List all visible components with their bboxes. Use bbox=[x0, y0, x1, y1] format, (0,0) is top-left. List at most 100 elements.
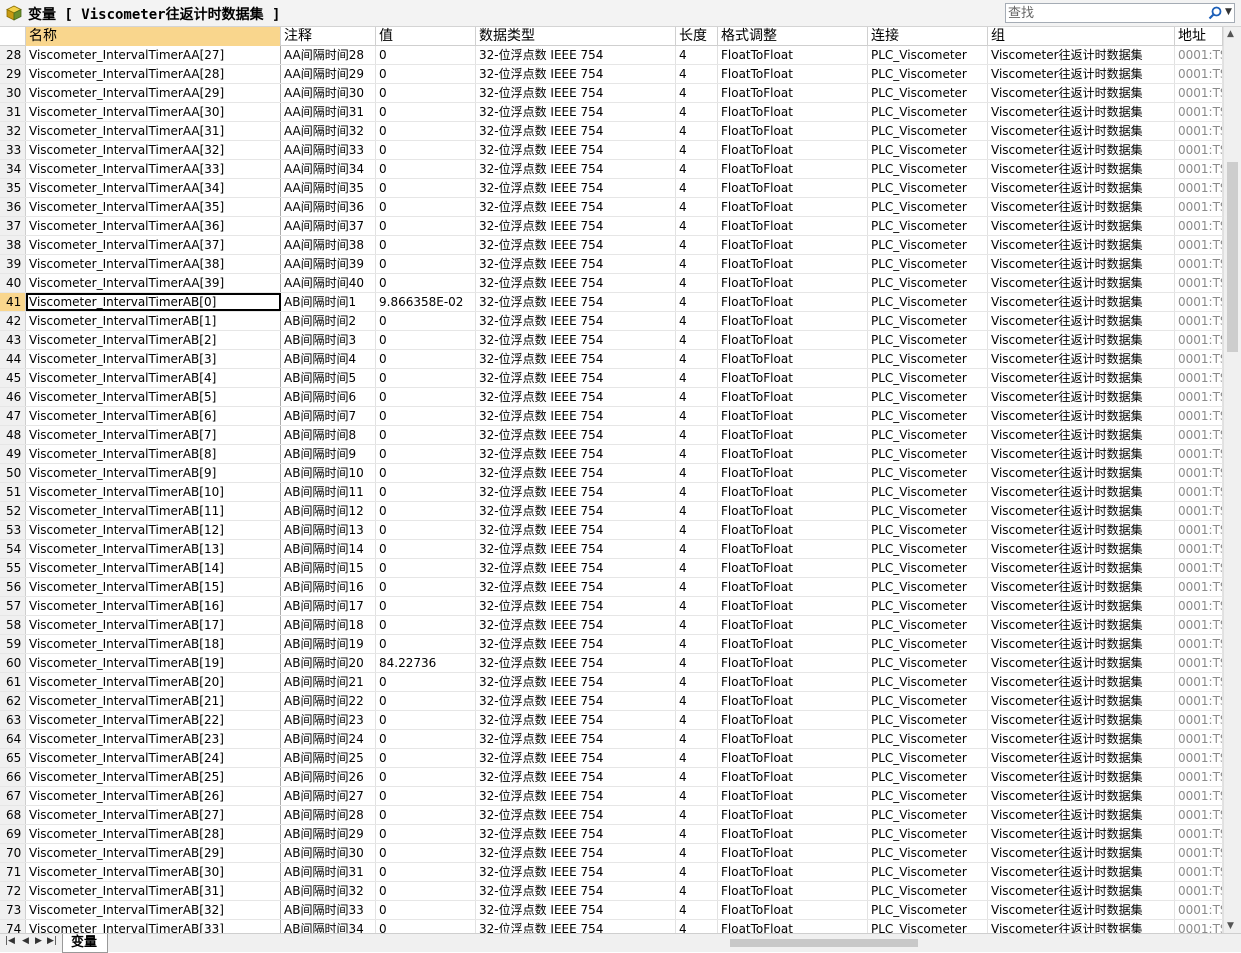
datatype-cell[interactable]: 32-位浮点数 IEEE 754 bbox=[476, 844, 676, 862]
variable-name-cell[interactable]: Viscometer_IntervalTimerAB[29] bbox=[26, 844, 281, 862]
comment-cell[interactable]: AB间隔时间23 bbox=[281, 711, 376, 729]
comment-cell[interactable]: AB间隔时间19 bbox=[281, 635, 376, 653]
format-cell[interactable]: FloatToFloat bbox=[718, 217, 868, 235]
connection-cell[interactable]: PLC_Viscometer bbox=[868, 578, 988, 596]
format-cell[interactable]: FloatToFloat bbox=[718, 863, 868, 881]
connection-cell[interactable]: PLC_Viscometer bbox=[868, 825, 988, 843]
row-number[interactable]: 44 bbox=[0, 350, 26, 368]
variable-name-cell[interactable]: Viscometer_IntervalTimerAB[2] bbox=[26, 331, 281, 349]
table-row[interactable]: 43 Viscometer_IntervalTimerAB[2] AB间隔时间3 0 3… bbox=[0, 331, 1223, 350]
value-cell[interactable]: 0 bbox=[376, 217, 476, 235]
length-cell[interactable]: 4 bbox=[676, 882, 718, 900]
datatype-cell[interactable]: 32-位浮点数 IEEE 754 bbox=[476, 217, 676, 235]
address-cell[interactable]: 0001:TS bbox=[1175, 236, 1223, 254]
value-cell[interactable]: 0 bbox=[376, 236, 476, 254]
table-row[interactable]: 66 Viscometer_IntervalTimerAB[25] AB间隔时间26… bbox=[0, 768, 1223, 787]
address-cell[interactable]: 0001:TS bbox=[1175, 578, 1223, 596]
address-cell[interactable]: 0001:TS bbox=[1175, 901, 1223, 919]
connection-cell[interactable]: PLC_Viscometer bbox=[868, 749, 988, 767]
scroll-down-icon[interactable]: ▼ bbox=[1227, 921, 1234, 931]
datatype-cell[interactable]: 32-位浮点数 IEEE 754 bbox=[476, 540, 676, 558]
address-cell[interactable]: 0001:TS bbox=[1175, 350, 1223, 368]
format-cell[interactable]: FloatToFloat bbox=[718, 483, 868, 501]
table-row[interactable]: 74 Viscometer_IntervalTimerAB[33] AB间隔时间34… bbox=[0, 920, 1223, 933]
value-cell[interactable]: 0 bbox=[376, 464, 476, 482]
length-cell[interactable]: 4 bbox=[676, 179, 718, 197]
table-row[interactable]: 45 Viscometer_IntervalTimerAB[4] AB间隔时间5 0 3… bbox=[0, 369, 1223, 388]
table-row[interactable]: 72 Viscometer_IntervalTimerAB[31] AB间隔时间32… bbox=[0, 882, 1223, 901]
group-cell[interactable]: Viscometer往返计时数据集 bbox=[988, 407, 1175, 425]
connection-cell[interactable]: PLC_Viscometer bbox=[868, 654, 988, 672]
length-cell[interactable]: 4 bbox=[676, 578, 718, 596]
connection-cell[interactable]: PLC_Viscometer bbox=[868, 692, 988, 710]
group-cell[interactable]: Viscometer往返计时数据集 bbox=[988, 863, 1175, 881]
value-cell[interactable]: 0 bbox=[376, 521, 476, 539]
table-row[interactable]: 29 Viscometer_IntervalTimerAA[28] AA间隔时间29… bbox=[0, 65, 1223, 84]
datatype-cell[interactable]: 32-位浮点数 IEEE 754 bbox=[476, 293, 676, 311]
connection-cell[interactable]: PLC_Viscometer bbox=[868, 255, 988, 273]
group-cell[interactable]: Viscometer往返计时数据集 bbox=[988, 46, 1175, 64]
datatype-cell[interactable]: 32-位浮点数 IEEE 754 bbox=[476, 635, 676, 653]
scroll-up-icon[interactable]: ▲ bbox=[1227, 29, 1234, 39]
group-cell[interactable]: Viscometer往返计时数据集 bbox=[988, 483, 1175, 501]
value-cell[interactable]: 0 bbox=[376, 388, 476, 406]
group-cell[interactable]: Viscometer往返计时数据集 bbox=[988, 445, 1175, 463]
row-number[interactable]: 32 bbox=[0, 122, 26, 140]
connection-cell[interactable]: PLC_Viscometer bbox=[868, 350, 988, 368]
datatype-cell[interactable]: 32-位浮点数 IEEE 754 bbox=[476, 369, 676, 387]
datatype-cell[interactable]: 32-位浮点数 IEEE 754 bbox=[476, 654, 676, 672]
comment-cell[interactable]: AB间隔时间20 bbox=[281, 654, 376, 672]
address-cell[interactable]: 0001:TS bbox=[1175, 483, 1223, 501]
format-cell[interactable]: FloatToFloat bbox=[718, 521, 868, 539]
value-cell[interactable]: 0 bbox=[376, 198, 476, 216]
connection-cell[interactable]: PLC_Viscometer bbox=[868, 236, 988, 254]
table-row[interactable]: 42 Viscometer_IntervalTimerAB[1] AB间隔时间2 0 3… bbox=[0, 312, 1223, 331]
comment-cell[interactable]: AA间隔时间36 bbox=[281, 198, 376, 216]
address-cell[interactable]: 0001:TS bbox=[1175, 312, 1223, 330]
format-cell[interactable]: FloatToFloat bbox=[718, 312, 868, 330]
row-number[interactable]: 37 bbox=[0, 217, 26, 235]
connection-cell[interactable]: PLC_Viscometer bbox=[868, 920, 988, 933]
connection-cell[interactable]: PLC_Viscometer bbox=[868, 806, 988, 824]
value-cell[interactable]: 0 bbox=[376, 578, 476, 596]
group-cell[interactable]: Viscometer往返计时数据集 bbox=[988, 597, 1175, 615]
group-cell[interactable]: Viscometer往返计时数据集 bbox=[988, 255, 1175, 273]
group-cell[interactable]: Viscometer往返计时数据集 bbox=[988, 825, 1175, 843]
length-cell[interactable]: 4 bbox=[676, 901, 718, 919]
variable-name-cell[interactable]: Viscometer_IntervalTimerAB[27] bbox=[26, 806, 281, 824]
value-cell[interactable]: 0 bbox=[376, 179, 476, 197]
connection-cell[interactable]: PLC_Viscometer bbox=[868, 616, 988, 634]
address-cell[interactable]: 0001:TS bbox=[1175, 141, 1223, 159]
datatype-cell[interactable]: 32-位浮点数 IEEE 754 bbox=[476, 825, 676, 843]
length-cell[interactable]: 4 bbox=[676, 616, 718, 634]
row-number[interactable]: 54 bbox=[0, 540, 26, 558]
row-number[interactable]: 66 bbox=[0, 768, 26, 786]
comment-cell[interactable]: AB间隔时间26 bbox=[281, 768, 376, 786]
column-header[interactable]: 数据类型 bbox=[476, 27, 676, 46]
variable-name-cell[interactable]: Viscometer_IntervalTimerAB[31] bbox=[26, 882, 281, 900]
connection-cell[interactable]: PLC_Viscometer bbox=[868, 312, 988, 330]
variable-name-cell[interactable]: Viscometer_IntervalTimerAB[20] bbox=[26, 673, 281, 691]
connection-cell[interactable]: PLC_Viscometer bbox=[868, 502, 988, 520]
variable-name-cell[interactable]: Viscometer_IntervalTimerAA[35] bbox=[26, 198, 281, 216]
table-row[interactable]: 71 Viscometer_IntervalTimerAB[30] AB间隔时间31… bbox=[0, 863, 1223, 882]
last-sheet-icon[interactable]: ▶| bbox=[47, 936, 57, 946]
comment-cell[interactable]: AB间隔时间11 bbox=[281, 483, 376, 501]
group-cell[interactable]: Viscometer往返计时数据集 bbox=[988, 711, 1175, 729]
format-cell[interactable]: FloatToFloat bbox=[718, 920, 868, 933]
row-number[interactable]: 72 bbox=[0, 882, 26, 900]
row-number[interactable]: 57 bbox=[0, 597, 26, 615]
connection-cell[interactable]: PLC_Viscometer bbox=[868, 730, 988, 748]
length-cell[interactable]: 4 bbox=[676, 863, 718, 881]
length-cell[interactable]: 4 bbox=[676, 84, 718, 102]
table-row[interactable]: 40 Viscometer_IntervalTimerAA[39] AA间隔时间40… bbox=[0, 274, 1223, 293]
variable-name-cell[interactable]: Viscometer_IntervalTimerAA[33] bbox=[26, 160, 281, 178]
value-cell[interactable]: 0 bbox=[376, 65, 476, 83]
datatype-cell[interactable]: 32-位浮点数 IEEE 754 bbox=[476, 768, 676, 786]
format-cell[interactable]: FloatToFloat bbox=[718, 331, 868, 349]
format-cell[interactable]: FloatToFloat bbox=[718, 236, 868, 254]
row-number[interactable]: 47 bbox=[0, 407, 26, 425]
chevron-down-icon[interactable]: ▼ bbox=[1225, 7, 1232, 17]
column-header[interactable]: 组 bbox=[988, 27, 1175, 46]
group-cell[interactable]: Viscometer往返计时数据集 bbox=[988, 464, 1175, 482]
